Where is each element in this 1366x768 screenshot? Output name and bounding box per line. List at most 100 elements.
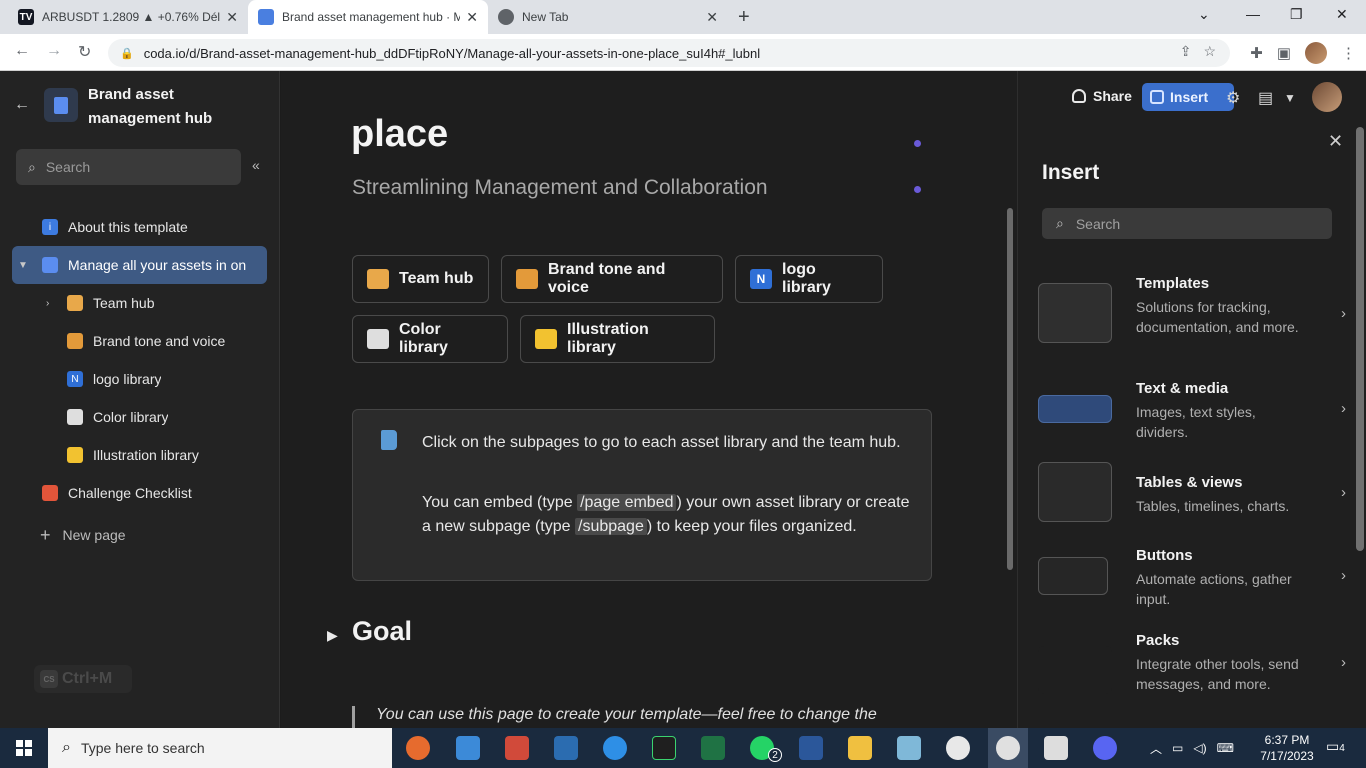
excel-icon[interactable] <box>701 736 725 760</box>
grid-icon <box>1150 90 1164 104</box>
callout-text-1: Click on the subpages to go to each asse… <box>422 434 901 451</box>
git-icon[interactable] <box>505 736 529 760</box>
app-icon-12[interactable] <box>946 736 970 760</box>
page-subtitle[interactable]: Streamlining Management and Collaboratio… <box>352 176 768 200</box>
new-page-button[interactable]: + New page <box>12 516 267 554</box>
close-tab-icon[interactable]: ✕ <box>226 9 238 26</box>
address-bar[interactable]: 🔒 coda.io/d/Brand-asset-management-hub_d… <box>108 39 1230 67</box>
doc-title[interactable]: Brand asset management hub <box>88 83 258 131</box>
maximize-button[interactable]: ❐ <box>1290 6 1303 23</box>
sidebar-search-input[interactable]: ⌕ Search <box>16 149 241 185</box>
panel-scrollbar[interactable] <box>1356 127 1364 551</box>
sidebar-item-label: Challenge Checklist <box>68 485 192 501</box>
insert-item-tables-views[interactable]: Tables & views Tables, timelines, charts… <box>1038 462 1346 534</box>
app-icon-2[interactable] <box>456 736 480 760</box>
app-icon-5[interactable] <box>603 736 627 760</box>
search-icon: ⌕ <box>1056 215 1064 231</box>
browser-tab-tradingview[interactable]: TV ARBUSDT 1.2809 ▲ +0.76% Délo ✕ <box>8 0 248 34</box>
sidebar-item-challenge-checklist[interactable]: Challenge Checklist <box>12 474 267 512</box>
side-panel-icon[interactable]: ▣ <box>1277 44 1291 62</box>
close-window-button[interactable]: ✕ <box>1336 6 1348 23</box>
chevron-right-icon: › <box>1341 567 1346 584</box>
back-icon[interactable]: ← <box>14 42 30 60</box>
insert-button[interactable]: Insert <box>1142 83 1234 111</box>
sidebar-item-team-hub[interactable]: › Team hub <box>12 284 267 322</box>
app-icon-1[interactable] <box>406 736 430 760</box>
section-heading-goal[interactable]: Goal <box>352 616 412 647</box>
chrome-icon[interactable] <box>996 736 1020 760</box>
mysql-icon[interactable] <box>554 736 578 760</box>
paint-bucket-icon <box>67 409 83 425</box>
file-explorer-icon[interactable] <box>848 736 872 760</box>
page-title[interactable]: place <box>351 113 448 156</box>
insert-item-packs[interactable]: Packs Integrate other tools, send messag… <box>1038 632 1346 712</box>
collapse-toggle-icon[interactable]: ▶ <box>327 627 338 644</box>
presence-dot <box>914 186 921 193</box>
sidebar-item-brand-tone[interactable]: Brand tone and voice <box>12 322 267 360</box>
sidebar-item-manage-assets[interactable]: ▼ Manage all your assets in on <box>12 246 267 284</box>
insert-item-templates[interactable]: Templates Solutions for tracking, docume… <box>1038 275 1346 355</box>
extensions-icon[interactable]: ✚ <box>1250 44 1263 62</box>
chevron-down-icon[interactable]: ▼ <box>18 260 28 271</box>
close-tab-icon[interactable]: ✕ <box>706 9 718 26</box>
discord-icon[interactable] <box>1093 736 1117 760</box>
sidebar-item-color-library[interactable]: Color library <box>12 398 267 436</box>
word-icon[interactable] <box>799 736 823 760</box>
insert-item-text-media[interactable]: Text & media Images, text styles, divide… <box>1038 380 1346 440</box>
back-arrow-icon[interactable]: ← <box>14 96 30 114</box>
chip-label: Brand tone and voice <box>548 261 666 296</box>
close-tab-icon[interactable]: ✕ <box>466 9 478 26</box>
minimize-button[interactable]: — <box>1246 6 1260 22</box>
chip-color-library[interactable]: Color library <box>352 315 508 363</box>
taskbar-search-input[interactable]: ⌕ Type here to search <box>48 728 392 768</box>
chip-logo-library[interactable]: N logo library <box>735 255 883 303</box>
chip-brand-tone[interactable]: Brand tone and voice <box>501 255 723 303</box>
tables-thumbnail <box>1038 462 1112 522</box>
sidebar-item-about[interactable]: i About this template <box>12 208 267 246</box>
chevron-down-icon[interactable]: ▼ <box>1284 91 1296 105</box>
doc-canvas: place Streamlining Management and Collab… <box>281 71 1017 728</box>
collapse-sidebar-icon[interactable]: « <box>252 157 260 173</box>
pycharm-icon[interactable] <box>652 736 676 760</box>
sidebar-item-illustration-library[interactable]: Illustration library <box>12 436 267 474</box>
chip-illustration-library[interactable]: Illustration library <box>520 315 715 363</box>
insert-search-input[interactable]: ⌕ Search <box>1042 208 1332 239</box>
insert-item-buttons[interactable]: Buttons Automate actions, gather input. … <box>1038 547 1346 607</box>
bookmark-star-icon[interactable]: ☆ <box>1203 43 1216 60</box>
keyboard-icon[interactable]: ⌨ <box>1217 741 1234 755</box>
user-avatar[interactable] <box>1312 82 1342 112</box>
browser-tab-newtab[interactable]: New Tab ✕ <box>488 0 728 34</box>
windows-start-icon[interactable] <box>16 740 32 756</box>
comments-icon[interactable]: ▤ <box>1258 88 1273 108</box>
share-icon[interactable]: ⇪ <box>1180 43 1192 60</box>
browser-tab-coda[interactable]: Brand asset management hub · M ✕ <box>248 0 488 34</box>
battery-icon[interactable]: ▭ <box>1172 741 1183 755</box>
taskbar-clock[interactable]: 6:37 PM 7/17/2023 <box>1254 732 1320 764</box>
tradingview-icon: TV <box>18 9 34 25</box>
sidebar-item-logo-library[interactable]: N logo library <box>12 360 267 398</box>
sidebar-item-label: Illustration library <box>93 447 199 463</box>
callout-box[interactable]: Click on the subpages to go to each asse… <box>352 409 932 581</box>
chip-team-hub[interactable]: Team hub <box>352 255 489 303</box>
notification-icon[interactable]: ▭4 <box>1326 738 1345 755</box>
app-icon-14[interactable] <box>1044 736 1068 760</box>
chip-label: Color library <box>399 321 448 356</box>
tab-search-icon[interactable]: ⌄ <box>1198 6 1210 23</box>
menu-dots-icon[interactable]: ⋮ <box>1341 44 1356 62</box>
gear-icon[interactable]: ⚙ <box>1226 88 1240 108</box>
screen: TV ARBUSDT 1.2809 ▲ +0.76% Délo ✕ Brand … <box>0 0 1366 768</box>
volume-icon[interactable]: ◁) <box>1193 741 1206 755</box>
quote-text[interactable]: You can use this page to create your tem… <box>376 706 877 724</box>
close-icon[interactable]: ✕ <box>1328 131 1343 152</box>
new-tab-button[interactable]: + <box>738 6 750 29</box>
app-icon-11[interactable] <box>897 736 921 760</box>
scrollbar[interactable] <box>1007 208 1013 570</box>
folder-smile-icon <box>67 447 83 463</box>
forward-icon[interactable]: → <box>46 42 62 60</box>
reload-icon[interactable]: ↻ <box>78 42 91 62</box>
chevron-right-icon[interactable]: › <box>46 298 49 309</box>
insert-item-name: Packs <box>1136 632 1180 649</box>
share-button[interactable]: Share <box>1072 88 1132 104</box>
chevron-up-icon[interactable]: ︿ <box>1150 740 1162 757</box>
profile-avatar[interactable] <box>1305 42 1327 64</box>
